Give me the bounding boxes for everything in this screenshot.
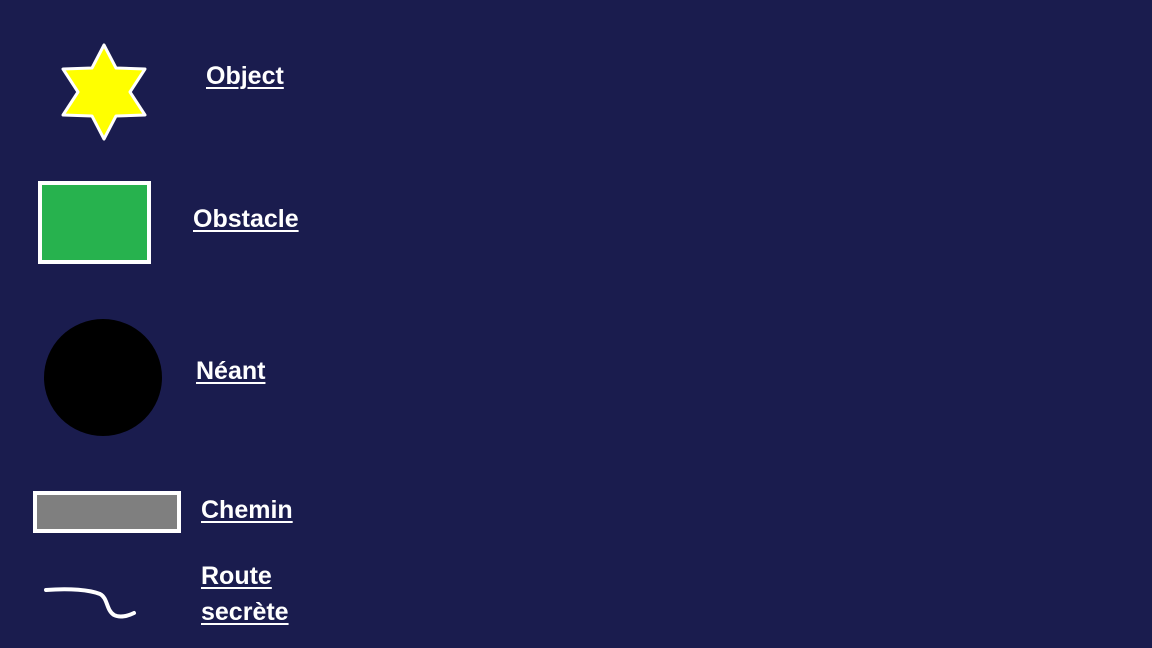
route-label-line-1: Route	[201, 562, 272, 590]
legend-label-route-secrete: Route secrète	[201, 558, 289, 630]
obstacle-rectangle	[38, 181, 151, 264]
legend-label-chemin: Chemin	[201, 496, 293, 524]
route-label-line-2: secrète	[201, 598, 289, 626]
legend-label-obstacle: Obstacle	[193, 205, 299, 233]
route-curve-icon	[44, 587, 136, 619]
star-icon	[61, 43, 147, 141]
legend-label-object: Object	[206, 62, 284, 90]
legend-label-neant: Néant	[196, 357, 266, 385]
chemin-bar	[33, 491, 181, 533]
legend: Object Obstacle Néant Chemin Route secrè…	[0, 0, 1152, 648]
neant-circle	[44, 319, 162, 436]
